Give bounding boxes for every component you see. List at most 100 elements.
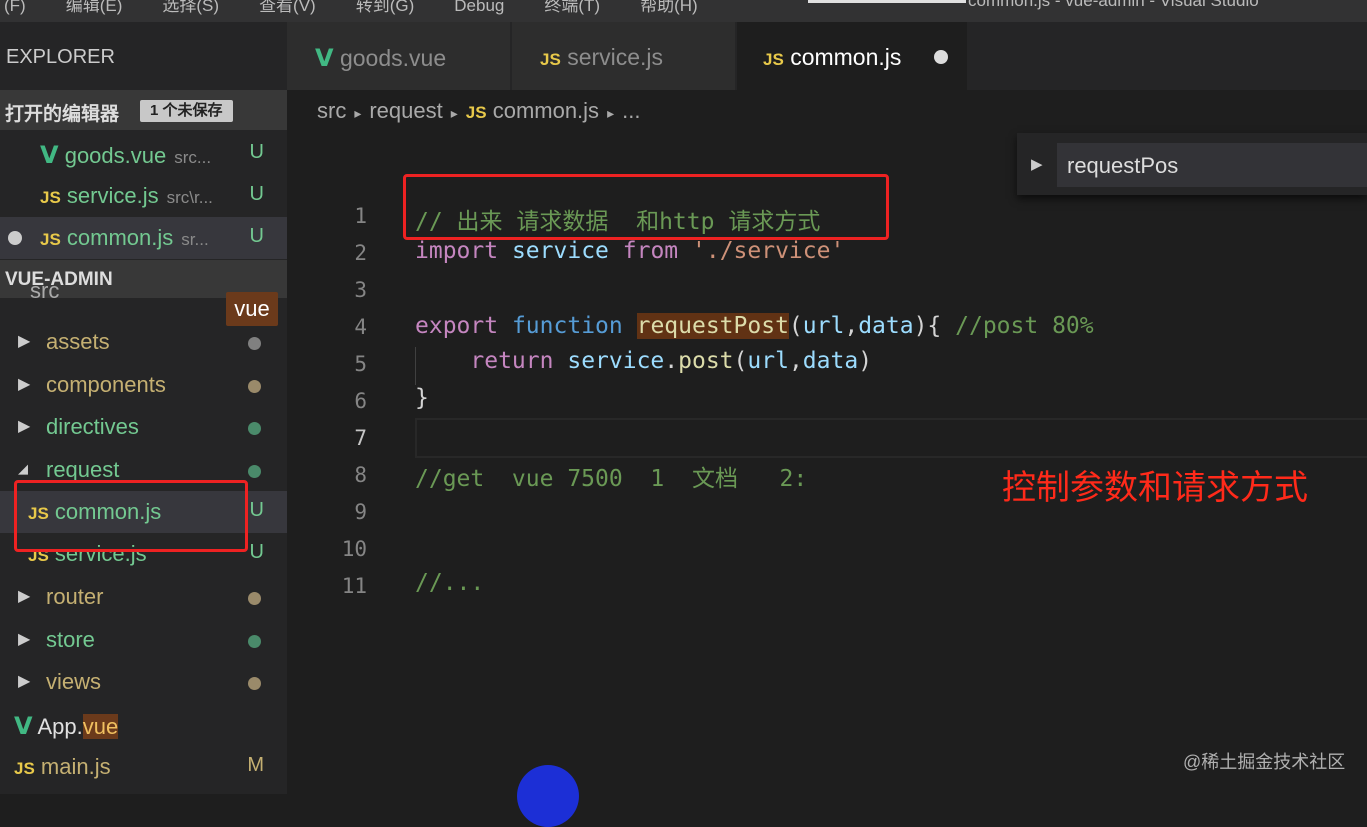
open-editor-service-js[interactable]: JS service.js src\r... U [0,175,287,217]
unsaved-dot-icon[interactable] [934,50,948,64]
code-line-2[interactable]: import service from './service' [415,238,844,264]
param: url [802,313,845,339]
code-line-11[interactable]: //... [415,570,484,596]
line-number: 5 [354,352,367,376]
line-number: 4 [354,315,367,339]
title-underline [808,0,966,3]
git-status-dot [248,677,261,690]
file-name: common.js [66,225,174,250]
git-status-dot [248,592,261,605]
open-editors-header[interactable]: 打开的编辑器 1 个未保存 [0,90,287,130]
folder-components[interactable]: ▶ components [0,364,287,406]
line-number: 6 [354,389,367,413]
comment: //... [415,570,485,596]
folder-assets[interactable]: ▶ assets [0,321,287,363]
explorer-header: EXPLORER [6,46,115,68]
menu-item[interactable]: 转到(G) [356,0,415,15]
explorer-sidebar: EXPLORER 打开的编辑器 1 个未保存 V goods.vue src...… [0,22,287,794]
code-line-4[interactable]: export function requestPost(url,data){ /… [415,313,1094,339]
line-number: 2 [354,241,367,265]
window-title: common.js - vue-admin - Visual Studio [968,0,1259,10]
menu-item[interactable]: 帮助(H) [640,0,698,15]
identifier: service [511,238,609,264]
js-icon: JS [465,103,487,122]
folder-router[interactable]: ▶ router [0,576,287,618]
folder-store[interactable]: ▶ store [0,619,287,661]
file-main-js[interactable]: JS main.js M [0,746,287,788]
watermark: @稀土掘金技术社区 [1183,752,1346,772]
folder-views[interactable]: ▶ views [0,661,287,703]
menu-item[interactable]: 终端(T) [544,0,600,15]
tab-goods-vue[interactable]: V goods.vue [287,22,510,90]
file-name: service.js [66,183,159,208]
menu-items: (F) 编辑(E) 选择(S) 查看(V) 转到(G) Debug 终端(T) 帮助(H) [4,0,738,16]
outline-item-label: requestPos [1067,153,1179,178]
git-status-dot [248,337,261,350]
git-status: U [249,141,264,163]
tab-label: common.js [790,44,902,70]
open-editor-common-js[interactable]: JS common.js sr... U [0,217,287,259]
breadcrumb-src[interactable]: src [317,98,346,123]
file-name: goods.vue [64,143,167,168]
open-editor-goods-vue[interactable]: V goods.vue src... U [0,133,287,175]
file-name: main.js [40,754,111,779]
folder-name: router [46,584,104,609]
menu-item[interactable]: (F) [4,0,26,15]
folder-name: assets [46,329,110,354]
chevron-right-icon: ▶ [18,375,31,393]
menu-item[interactable]: 编辑(E) [66,0,123,15]
open-editors-title: 打开的编辑器 [5,104,120,125]
string: './service' [692,238,845,264]
unsaved-badge: 1 个未保存 [140,100,233,122]
line-number: 7 [354,426,367,450]
vue-icon: V [14,712,33,740]
folder-name: src [30,284,60,303]
file-app-vue[interactable]: V App.vue [0,704,287,746]
line-number: 11 [341,574,367,598]
chevron-right-icon: ▶ [18,418,31,435]
breadcrumb-file[interactable]: common.js [493,98,599,123]
js-icon: JS [40,230,61,249]
identifier: service [567,348,665,374]
line-number: 1 [354,204,367,228]
folder-name: directives [46,414,139,439]
punct: ( [733,348,748,374]
breadcrumb-request[interactable]: request [369,98,442,123]
punct: ( [788,313,803,339]
keyword: import [415,238,499,264]
comment: //post 80% [955,313,1094,339]
breadcrumb: src ▸ request ▸ JS common.js ▸... [317,98,640,124]
menu-item[interactable]: Debug [454,0,504,15]
current-line-highlight [415,418,1367,458]
git-status: U [249,225,264,247]
code-line-6[interactable]: } [415,385,429,411]
chevron-right-icon[interactable]: ▶ [1031,155,1043,173]
chevron-right-icon: ▸ [450,105,458,121]
code-line-5[interactable]: return service.post(url,data) [415,348,872,374]
annotation-box-tree [14,480,248,552]
breadcrumb-outline-picker: ▶ requestPos [1017,133,1367,195]
git-status: M [247,754,264,776]
unsaved-dot-icon [8,231,22,245]
menu-item[interactable]: 查看(V) [259,0,316,15]
punct: , [788,348,803,374]
breadcrumb-more[interactable]: ... [622,98,640,123]
chevron-right-icon: ▸ [607,105,615,121]
menu-item[interactable]: 选择(S) [162,0,219,15]
vue-icon: V [40,141,59,169]
outline-item[interactable]: requestPos [1057,143,1367,187]
chevron-right-icon: ▶ [18,630,31,648]
chevron-right-icon: ▶ [18,673,31,690]
keyword: from [622,238,679,264]
punct: , [844,313,859,339]
menu-bar: (F) 编辑(E) 选择(S) 查看(V) 转到(G) Debug 终端(T) 帮助(H) c… [0,0,1367,22]
tab-common-js[interactable]: JS common.js [737,22,967,90]
folder-directives[interactable]: ▶ directives [0,406,287,448]
punct: ) [858,348,873,374]
chevron-right-icon: ▶ [18,588,31,605]
file-path: src... [174,148,212,167]
chevron-right-icon: ▶ [18,333,31,350]
code-line-8[interactable]: //get vue 7500 1 文档 2: [415,459,807,493]
git-status: U [249,183,264,205]
tab-service-js[interactable]: JS service.js [512,22,735,90]
